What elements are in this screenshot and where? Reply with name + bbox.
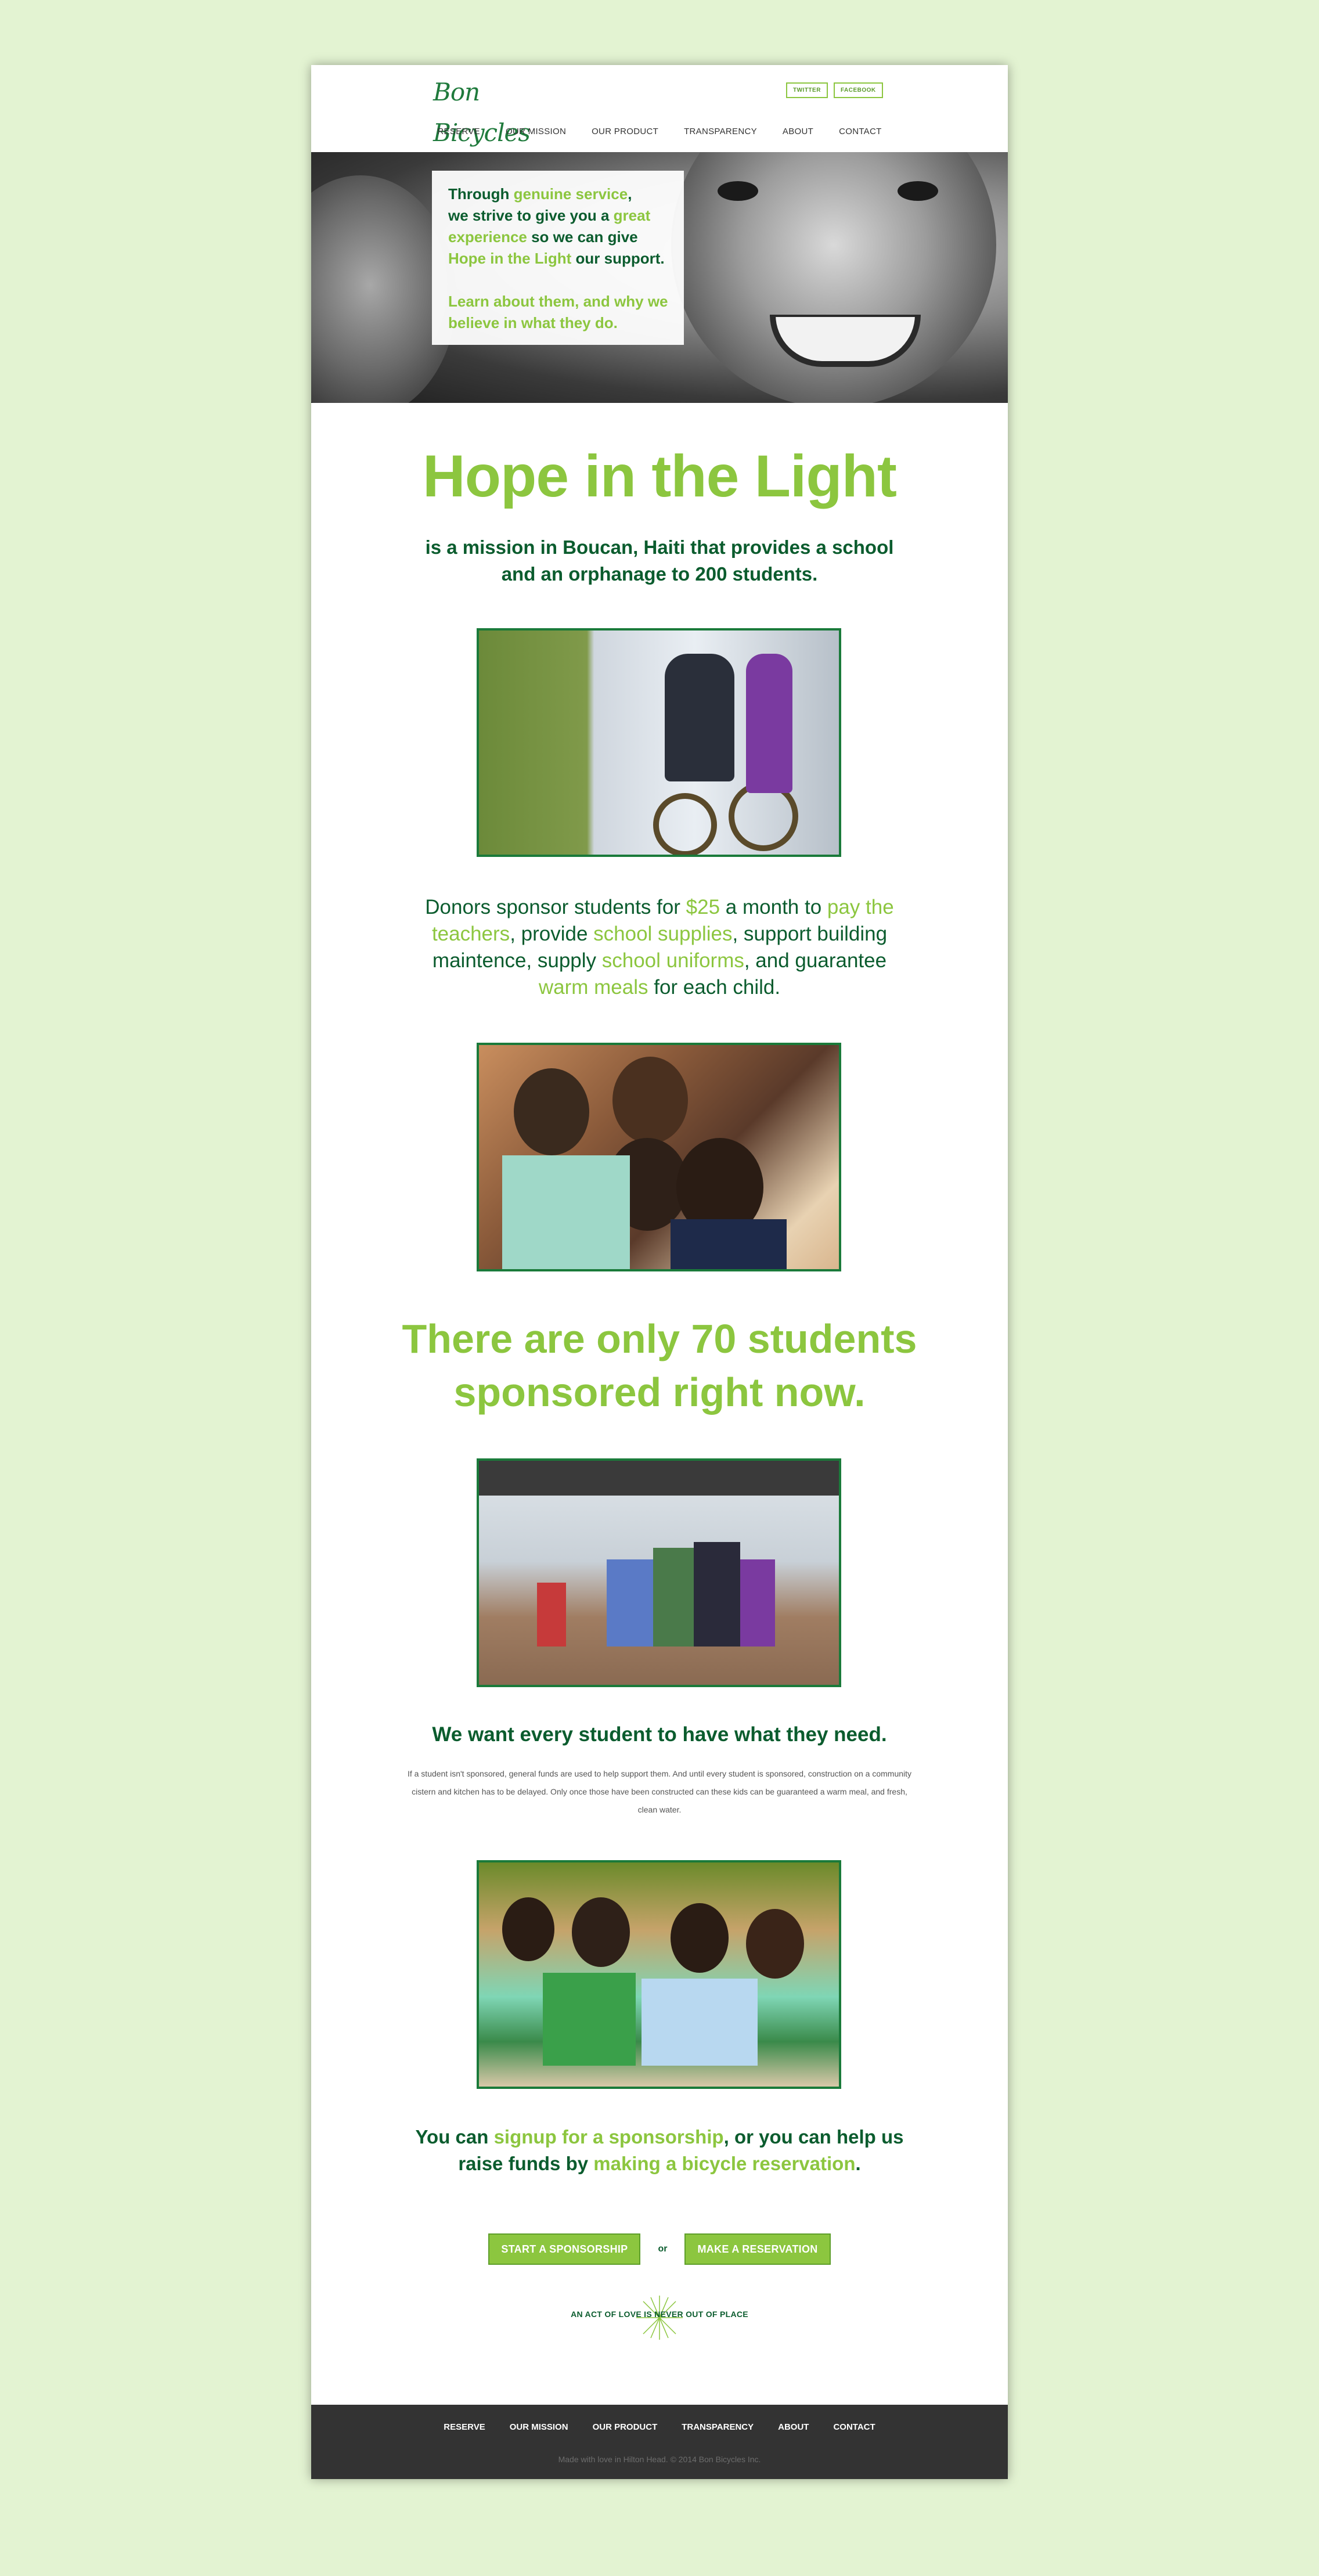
hero-line: we strive to give you a great [448, 205, 668, 226]
child-face [514, 1068, 589, 1155]
hero-highlight: great [613, 207, 651, 224]
nav-item-contact[interactable]: CONTACT [839, 123, 881, 140]
or-separator: or [658, 2244, 668, 2254]
child-face [502, 1897, 554, 1961]
building-roof [479, 1461, 839, 1496]
hero-highlight: Hope in the Light [448, 250, 572, 267]
uniform-shirt [502, 1155, 630, 1269]
top-nav: RESERVE OUR MISSION OUR PRODUCT TRANSPAR… [311, 123, 1008, 140]
child-face [572, 1897, 630, 1967]
photo-group-of-children [477, 1458, 841, 1687]
facebook-button[interactable]: FACEBOOK [833, 82, 883, 98]
nav-item-our-product[interactable]: OUR PRODUCT [592, 123, 658, 140]
donors-paragraph: Donors sponsor students for $25 a month … [410, 894, 909, 1001]
hero-photo-eye [718, 181, 758, 201]
donors-text: for each child. [648, 976, 781, 999]
uniform-shirt [642, 1979, 758, 2066]
hero-photo-eye [898, 181, 938, 201]
donors-highlight: $25 [686, 896, 720, 918]
social-links: TWITTER FACEBOOK [786, 82, 883, 98]
copyright: Made with love in Hilton Head. © 2014 Bo… [558, 2455, 761, 2464]
make-reservation-button[interactable]: MAKE A RESERVATION [684, 2233, 831, 2265]
donors-highlight: warm meals [538, 976, 648, 999]
child-face [671, 1903, 729, 1973]
nav-item-about[interactable]: ABOUT [783, 123, 813, 140]
twitter-button[interactable]: TWITTER [786, 82, 828, 98]
hero-highlight: experience [448, 228, 527, 246]
reservation-link[interactable]: making a bicycle reservation [593, 2153, 855, 2174]
nav-item-transparency[interactable]: TRANSPARENCY [684, 123, 757, 140]
photo-boy-on-bicycle [477, 628, 841, 857]
hero-learn-link[interactable]: Learn about them, and why we believe in … [448, 291, 669, 334]
hero-highlight: genuine service [513, 185, 628, 203]
donors-text: a month to [720, 896, 827, 918]
child-face [746, 1909, 804, 1979]
hero-line: Hope in the Light our support. [448, 248, 668, 269]
site-logo[interactable]: Bon Bicycles [433, 72, 555, 147]
donors-highlight: school uniforms [601, 949, 744, 972]
cta-plain: You can [415, 2126, 494, 2148]
hero-text: , [628, 185, 632, 203]
tagline: AN ACT OF LOVE IS NEVER OUT OF PLACE [571, 2310, 748, 2319]
child-figure [740, 1559, 775, 1647]
site-footer: RESERVE OUR MISSION OUR PRODUCT TRANSPAR… [311, 2405, 1008, 2479]
child-face [612, 1057, 688, 1144]
hero-banner: Through genuine service, we strive to gi… [311, 152, 1008, 403]
footer-nav: RESERVE OUR MISSION OUR PRODUCT TRANSPAR… [311, 2422, 1008, 2432]
hero-text: our support. [571, 250, 665, 267]
cta-text: You can signup for a sponsorship, or you… [398, 2124, 921, 2177]
hero-line: Through genuine service, [448, 183, 668, 205]
site-header: Bon Bicycles TWITTER FACEBOOK RESERVE OU… [311, 65, 1008, 152]
child-figure [653, 1548, 694, 1647]
child-figure [694, 1542, 740, 1647]
footer-nav-about[interactable]: ABOUT [778, 2422, 809, 2432]
photo-children-classroom [477, 1043, 841, 1271]
donors-highlight: school supplies [593, 923, 733, 945]
photo-children-uniforms [477, 1860, 841, 2089]
footer-nav-our-product[interactable]: OUR PRODUCT [593, 2422, 658, 2432]
hero-message-card: Through genuine service, we strive to gi… [432, 171, 684, 345]
child-figure [607, 1559, 653, 1647]
nav-item-reserve[interactable]: RESERVE [437, 123, 480, 140]
donors-text: Donors sponsor students for [425, 896, 686, 918]
funding-explanation: If a student isn't sponsored, general fu… [407, 1769, 912, 1814]
page-title: Hope in the Light [423, 443, 897, 509]
sponsorship-statement: There are only 70 students sponsored rig… [402, 1316, 917, 1415]
sponsorship-link[interactable]: signup for a sponsorship [494, 2126, 724, 2148]
hero-line: experience so we can give [448, 226, 668, 248]
uniform-shirt [543, 1973, 636, 2066]
start-sponsorship-button[interactable]: START A SPONSORSHIP [488, 2233, 641, 2265]
footer-nav-reserve[interactable]: RESERVE [444, 2422, 485, 2432]
uniform-shirt [671, 1219, 787, 1269]
child-figure [665, 654, 734, 781]
footer-nav-transparency[interactable]: TRANSPARENCY [682, 2422, 754, 2432]
footer-nav-our-mission[interactable]: OUR MISSION [510, 2422, 568, 2432]
footer-nav-contact[interactable]: CONTACT [833, 2422, 875, 2432]
donors-text: , and guarantee [744, 949, 887, 972]
nav-item-our-mission[interactable]: OUR MISSION [506, 123, 566, 140]
page: Bon Bicycles TWITTER FACEBOOK RESERVE OU… [311, 65, 1008, 2479]
tagline-block: AN ACT OF LOVE IS NEVER OUT OF PLACE [311, 2294, 1008, 2341]
child-figure [746, 654, 792, 793]
child-figure [537, 1583, 566, 1647]
hero-text: Through [448, 185, 514, 203]
hero-text: so we can give [527, 228, 638, 246]
page-subtitle: is a mission in Boucan, Haiti that provi… [425, 536, 894, 585]
donors-text: , provide [510, 923, 594, 945]
cta-plain: . [855, 2153, 861, 2174]
hero-text: we strive to give you a [448, 207, 614, 224]
cta-buttons: START A SPONSORSHIP or MAKE A RESERVATIO… [311, 2233, 1008, 2265]
bicycle-wheel [653, 793, 717, 855]
need-heading: We want every student to have what they … [432, 1723, 887, 1746]
